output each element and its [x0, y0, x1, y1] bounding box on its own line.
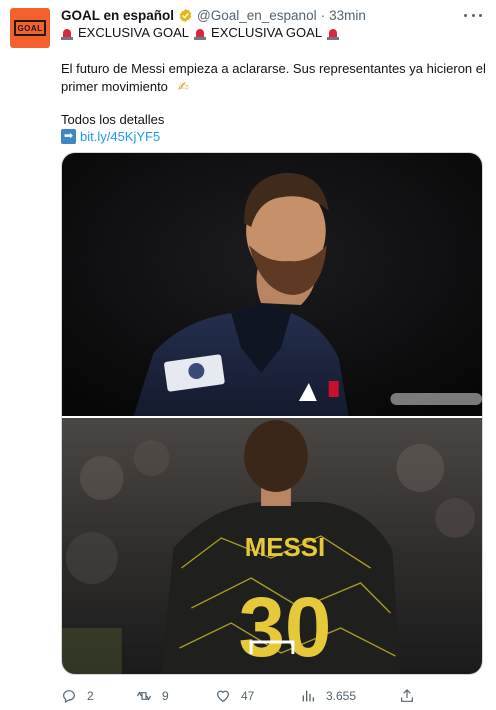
views-button[interactable]: 3.655: [300, 686, 356, 706]
retweet-button[interactable]: 9: [136, 686, 169, 706]
tweet-content: GOAL en español @Goal_en_espanol · 33min…: [61, 6, 486, 144]
tweet-header: GOAL en español @Goal_en_espanol · 33min: [61, 6, 482, 24]
reply-button[interactable]: 2: [61, 686, 94, 706]
tweet-media[interactable]: MESSI 30: [61, 152, 483, 675]
tweet-body: El futuro de Messi empieza a aclararse. …: [61, 61, 486, 94]
account-handle[interactable]: @Goal_en_espanol: [197, 8, 317, 23]
like-count: 47: [241, 689, 255, 703]
share-button[interactable]: [399, 686, 425, 706]
timestamp[interactable]: 33min: [329, 8, 366, 23]
tweet[interactable]: GOAL GOAL en español @Goal_en_espanol · …: [0, 0, 496, 710]
heart-icon: [217, 690, 229, 703]
retweet-icon: [136, 691, 152, 701]
retweet-count: 9: [162, 689, 169, 703]
more-icon[interactable]: [464, 8, 482, 22]
account-name[interactable]: GOAL en español: [61, 8, 174, 23]
player-back-image[interactable]: MESSI 30: [62, 418, 482, 675]
views-count: 3.655: [326, 689, 357, 703]
exclusive-label-2: EXCLUSIVA GOAL: [211, 25, 323, 40]
details-label: Todos los detalles: [61, 112, 165, 127]
verified-badge-icon: [179, 8, 192, 22]
writing-hand-icon: ✍: [177, 79, 189, 94]
link-line: ➡ bit.ly/45KjYF5: [61, 129, 160, 144]
analytics-icon: [302, 690, 314, 702]
police-light-icon: [194, 27, 207, 40]
reply-count: 2: [87, 689, 94, 703]
jersey-number: 30: [238, 580, 331, 674]
police-light-icon: [327, 27, 340, 40]
avatar[interactable]: GOAL: [10, 8, 50, 48]
police-light-icon: [61, 27, 73, 40]
action-bar: 2 9 47 3.655: [61, 686, 481, 706]
right-arrow-icon: ➡: [61, 129, 76, 144]
exclusive-label-1: EXCLUSIVA GOAL: [78, 25, 190, 40]
separator-dot: ·: [320, 7, 326, 23]
tweet-text: El futuro de Messi empieza a aclararse. …: [61, 60, 486, 96]
player-portrait-image[interactable]: [62, 153, 482, 416]
goal-logo: GOAL: [14, 20, 46, 36]
jersey-name: MESSI: [245, 534, 325, 562]
like-button[interactable]: 47: [215, 686, 254, 706]
share-icon: [401, 689, 413, 702]
tweet-link[interactable]: bit.ly/45KjYF5: [80, 129, 160, 144]
exclusive-line: EXCLUSIVA GOAL EXCLUSIVA GOAL: [61, 24, 344, 42]
reply-icon: [63, 690, 75, 704]
